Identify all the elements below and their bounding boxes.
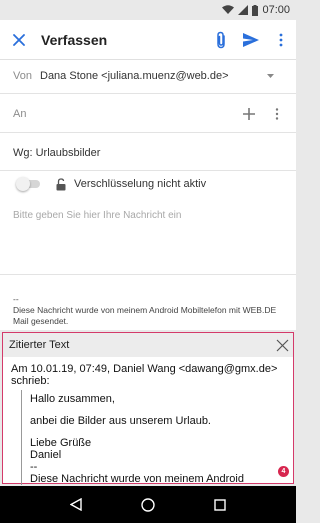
quote-line: anbei die Bilder aus unserem Urlaub. (30, 415, 211, 427)
signal-icon (238, 5, 249, 15)
home-button[interactable] (133, 490, 163, 520)
quote-dash: -- (30, 461, 38, 473)
from-row[interactable]: Von Dana Stone <juliana.muenz@web.de> (0, 60, 296, 92)
status-bar: 07:00 (0, 0, 296, 20)
encryption-label: Verschlüsselung nicht aktiv (74, 178, 207, 190)
quoted-text-body: Am 10.01.19, 07:49, Daniel Wang <dawang@… (3, 357, 293, 485)
battery-icon (252, 4, 259, 16)
divider (0, 132, 296, 133)
close-icon[interactable] (276, 339, 289, 352)
divider (0, 274, 296, 275)
to-row[interactable]: An (0, 98, 296, 130)
notification-badge: 4 (278, 466, 289, 477)
add-recipient-icon[interactable] (243, 108, 255, 120)
subject-row[interactable]: Wg: Urlaubsbilder (0, 137, 296, 169)
home-circle-icon (141, 497, 155, 512)
clock: 07:00 (262, 4, 290, 16)
from-label: Von (13, 70, 32, 82)
close-button[interactable] (0, 20, 38, 60)
quoted-text-header: Zitierter Text (3, 333, 293, 357)
lock-open-icon (56, 177, 66, 190)
to-label: An (13, 108, 27, 120)
quote-content: Hallo zusammen, anbei die Bilder aus uns… (21, 390, 285, 485)
message-body-input[interactable]: Bitte geben Sie hier Ihre Nachricht ein (13, 210, 181, 221)
recents-button[interactable] (205, 490, 235, 520)
back-triangle-icon (70, 498, 82, 511)
compose-form: Von Dana Stone <juliana.muenz@web.de> An… (0, 60, 296, 330)
page-title: Verfassen (41, 31, 108, 48)
divider (0, 93, 296, 94)
android-nav-bar (0, 486, 296, 523)
close-icon (13, 33, 25, 46)
recents-square-icon (214, 498, 226, 511)
quote-greeting: Hallo zusammen, (30, 393, 115, 405)
attach-button[interactable] (206, 20, 236, 60)
quoted-text-title: Zitierter Text (9, 339, 70, 351)
paperclip-icon (217, 31, 225, 48)
back-button[interactable] (61, 490, 91, 520)
chevron-down-icon (267, 74, 274, 78)
more-options-button[interactable] (266, 20, 296, 60)
signature: -- Diese Nachricht wurde von meinem Andr… (13, 294, 293, 327)
signature-dash: -- (13, 294, 19, 304)
quote-closing: Liebe Grüße (30, 437, 92, 449)
encryption-row: Verschlüsselung nicht aktiv (0, 175, 296, 193)
signature-text: Diese Nachricht wurde von meinem Android… (13, 305, 277, 326)
app-bar: Verfassen (0, 20, 296, 60)
quote-header: Am 10.01.19, 07:49, Daniel Wang <dawang@… (11, 363, 278, 387)
send-icon (243, 32, 259, 47)
quote-signature: Diese Nachricht wurde von meinem Android (30, 473, 244, 485)
subject-value: Wg: Urlaubsbilder (13, 147, 101, 159)
encryption-toggle[interactable] (16, 177, 42, 191)
wifi-icon (222, 5, 235, 14)
send-button[interactable] (236, 20, 266, 60)
more-vert-icon[interactable] (275, 108, 279, 120)
quoted-text-panel[interactable]: Zitierter Text Am 10.01.19, 07:49, Danie… (2, 332, 294, 485)
quote-sender-name: Daniel (30, 449, 62, 461)
divider (0, 170, 296, 171)
more-vert-icon (279, 33, 283, 46)
from-value: Dana Stone <juliana.muenz@web.de> (40, 70, 229, 82)
